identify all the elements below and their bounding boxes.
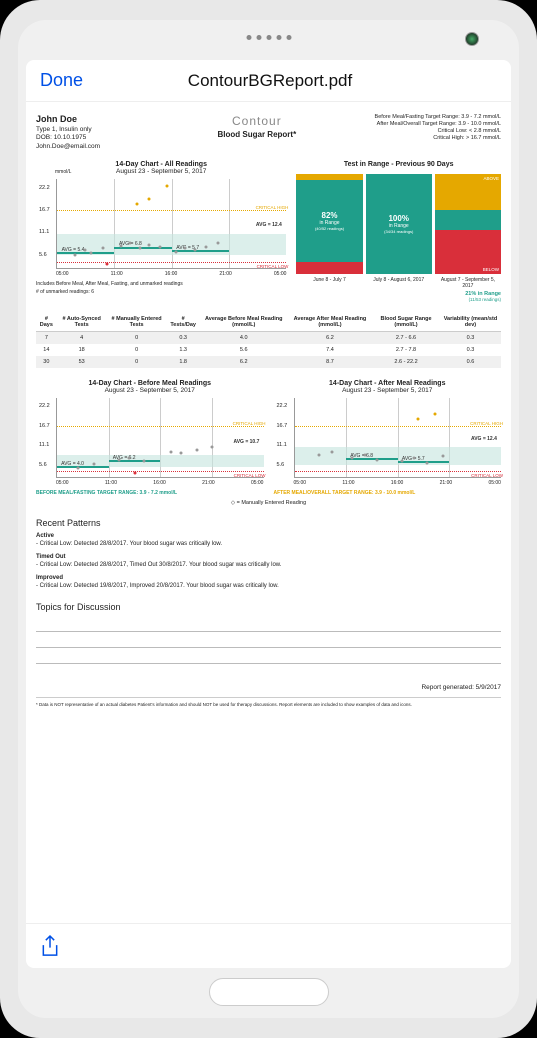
home-button[interactable] bbox=[209, 978, 329, 1006]
range-col-3: ABOVE BELOW bbox=[435, 174, 501, 274]
chart-before-subtitle: August 23 - September 5, 2017 bbox=[36, 387, 264, 394]
scatter-after-meal: 5.611.116.722.2 CRITICAL HIGH CRITICAL L… bbox=[294, 398, 502, 478]
manual-entry-legend: ◇ = Manually Entered Reading bbox=[36, 500, 501, 506]
discussion-heading: Topics for Discussion bbox=[36, 602, 501, 612]
table-header: Average Before Meal Reading (mmol/L) bbox=[200, 313, 288, 332]
target-high: Critical High: > 16.7 mmol/L bbox=[338, 135, 501, 142]
range-note-small: (11/53 readings) bbox=[469, 297, 501, 302]
pdf-toolbar bbox=[26, 923, 511, 968]
pattern-improved-h: Improved bbox=[36, 574, 501, 582]
target-low: Critical Low: < 2.8 mmol/L bbox=[338, 128, 501, 135]
pattern-timed-h: Timed Out bbox=[36, 553, 501, 561]
patient-type: Type 1, Insulin only bbox=[36, 126, 176, 134]
scatter-all-readings: mmol/L 5.6 11.1 16.7 22.2 CRITICAL HIGH … bbox=[56, 179, 286, 269]
discussion-line bbox=[36, 632, 501, 648]
range-label: June 8 - July 7 bbox=[296, 277, 362, 289]
ytick: 5.6 bbox=[39, 252, 47, 258]
pdf-viewer-header: Done ContourBGReport.pdf bbox=[26, 60, 511, 102]
table-header: # Auto-Synced Tests bbox=[57, 313, 107, 332]
pattern-active-t: - Critical Low: Detected 28/8/2017. Your… bbox=[36, 540, 501, 548]
crit-low-label: CRITICAL LOW bbox=[257, 264, 289, 269]
document-title: ContourBGReport.pdf bbox=[43, 71, 497, 91]
pattern-improved-t: - Critical Low: Detected 19/8/2017, Impr… bbox=[36, 582, 501, 590]
avg-seg-label: AVG = 5.4 bbox=[62, 247, 85, 253]
chart-after-title: 14-Day Chart - After Meal Readings bbox=[274, 380, 502, 387]
disclaimer: * Data is NOT representative of an actua… bbox=[36, 697, 501, 707]
patterns-heading: Recent Patterns bbox=[36, 518, 501, 528]
range-label: August 7 - September 5, 2017 bbox=[435, 277, 501, 289]
ytick: 16.7 bbox=[39, 207, 50, 213]
range-chart-title: Test in Range - Previous 90 Days bbox=[296, 161, 501, 168]
chart-note: Includes Before Meal, After Meal, Fastin… bbox=[36, 281, 286, 287]
xtick: 05:00 bbox=[56, 271, 69, 277]
chart-note: # of unmarked readings: 6 bbox=[36, 289, 286, 295]
overall-avg-label: AVG = 12.4 bbox=[256, 222, 282, 228]
chart-after-subtitle: August 23 - September 5, 2017 bbox=[274, 387, 502, 394]
after-target-note: AFTER MEAL/OVERALL TARGET RANGE: 3.9 - 1… bbox=[274, 490, 502, 496]
ytick: 11.1 bbox=[39, 229, 49, 235]
range-label: July 8 - August 6, 2017 bbox=[366, 277, 432, 289]
table-header: # Tests/Day bbox=[167, 313, 200, 332]
pdf-content: John Doe Type 1, Insulin only DOB: 10.10… bbox=[26, 102, 511, 923]
scatter-before-meal: 5.611.116.722.2 CRITICAL HIGH CRITICAL L… bbox=[56, 398, 264, 478]
patient-name: John Doe bbox=[36, 114, 176, 126]
ytick: 22.2 bbox=[39, 185, 50, 191]
before-target-note: BEFORE MEAL/FASTING TARGET RANGE: 3.9 - … bbox=[36, 490, 264, 496]
unit-label: mmol/L bbox=[55, 169, 71, 175]
patient-email: John.Doe@email.com bbox=[36, 143, 176, 151]
range-col-1: 82%in Range(40/52 readings) bbox=[296, 174, 362, 274]
share-icon[interactable] bbox=[40, 934, 60, 958]
table-header: # Manually Entered Tests bbox=[107, 313, 167, 332]
table-header: Blood Sugar Range (mmol/L) bbox=[372, 313, 440, 332]
target-before: Before Meal/Fasting Target Range: 3.9 - … bbox=[338, 114, 501, 121]
chart-all-subtitle: August 23 - September 5, 2017 bbox=[36, 168, 286, 175]
crit-high-label: CRITICAL HIGH bbox=[256, 205, 289, 210]
xtick: 16:00 bbox=[165, 271, 178, 277]
xtick: 05:00 bbox=[274, 271, 287, 277]
report-generated: Report generated: 5/9/2017 bbox=[36, 684, 501, 691]
chart-before-title: 14-Day Chart - Before Meal Readings bbox=[36, 380, 264, 387]
phone-camera bbox=[465, 32, 479, 46]
table-row: 305301.86.28.72.6 - 22.20.6 bbox=[36, 356, 501, 368]
range-col-2: 100%in Range(34/34 readings) bbox=[366, 174, 432, 274]
xtick: 11:00 bbox=[111, 271, 123, 277]
summary-table: # Days# Auto-Synced Tests# Manually Ente… bbox=[36, 313, 501, 368]
pattern-timed-t: - Critical Low: Detected 28/8/2017, Time… bbox=[36, 561, 501, 569]
report-title: Blood Sugar Report* bbox=[176, 130, 339, 139]
xtick: 21:00 bbox=[219, 271, 232, 277]
discussion-line bbox=[36, 648, 501, 664]
table-header: Variability (mean/std dev) bbox=[440, 313, 501, 332]
table-header: # Days bbox=[36, 313, 57, 332]
table-row: 7400.34.06.22.7 - 6.60.3 bbox=[36, 332, 501, 345]
target-after: After Meal/Overall Target Range: 3.9 - 1… bbox=[338, 121, 501, 128]
chart-all-title: 14-Day Chart - All Readings bbox=[36, 161, 286, 168]
brand-logo: Contour bbox=[176, 114, 339, 128]
patient-dob: DOB: 10.10.1975 bbox=[36, 134, 176, 142]
table-row: 141801.35.67.42.7 - 7.80.3 bbox=[36, 344, 501, 356]
pattern-active-h: Active bbox=[36, 532, 501, 540]
discussion-line bbox=[36, 616, 501, 632]
table-header: Average After Meal Reading (mmol/L) bbox=[288, 313, 372, 332]
